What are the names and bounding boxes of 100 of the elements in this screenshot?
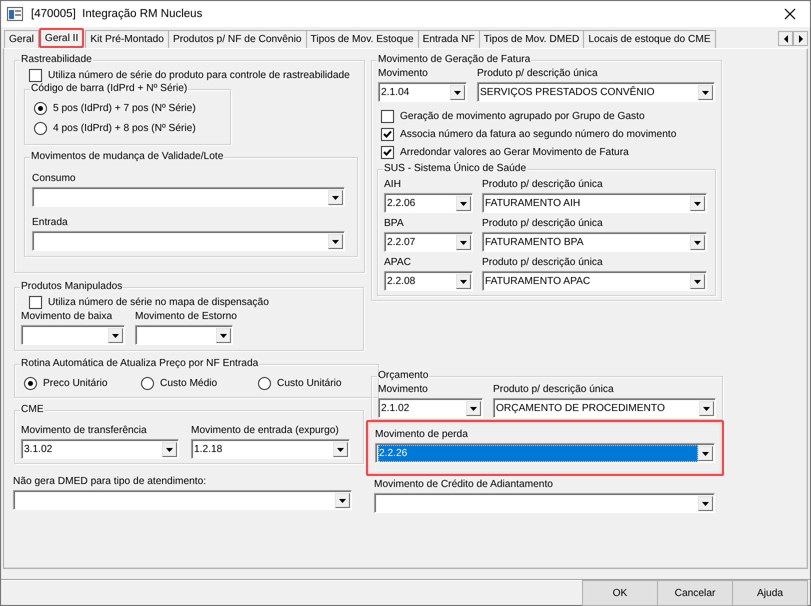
caret-icon [112,334,119,338]
field-value: SERVIÇOS PRESTADOS CONVÊNIO [480,85,656,100]
dropdown-field[interactable]: 1.2.18 [191,439,350,459]
radio-label: Preco Unitário [43,378,108,388]
checkbox-label: Utiliza número de série do produto para controle de rastreabilidade [48,70,350,80]
dropdown-button[interactable] [335,493,350,508]
dropdown-field[interactable]: FATURAMENTO APAC [482,271,707,291]
group-title: Código de barra (IdPrd + Nº Série) [30,83,188,95]
radio-button[interactable] [141,376,154,390]
caret-icon [460,202,467,206]
dropdown-button[interactable] [216,328,231,343]
check-icon [383,148,392,156]
field-value: FATURAMENTO AIH [485,197,582,211]
tab[interactable]: Kit Pré-Montado [85,30,169,48]
dropdown-field[interactable] [32,187,345,207]
field-value: 2.2.06 [387,197,416,211]
dropdown-field[interactable]: FATURAMENTO BPA [482,232,707,252]
dropdown-field[interactable]: SERVIÇOS PRESTADOS CONVÊNIO [477,82,715,102]
field-label: Movimento de entrada (expurgo) [191,424,339,437]
checkbox-label: Associa número da fatura ao segundo número do movimento [400,128,676,140]
tab[interactable]: Locais de estoque do CME [583,30,716,48]
checkbox[interactable] [381,110,394,122]
dropdown-button[interactable] [328,190,343,205]
caret-icon [703,406,710,410]
field-label: Entrada [32,216,68,229]
caret-icon [332,196,339,200]
dropdown-field[interactable] [135,325,233,345]
group-title: Movimentos de mudança de Validade/Lote [30,151,224,163]
dialog-button[interactable]: Cancelar [657,580,733,606]
dropdown-button[interactable] [699,401,714,416]
dropdown-field[interactable]: 2.1.02 [378,398,483,418]
dropdown-button[interactable] [162,442,177,457]
dropdown-field[interactable]: 2.2.07 [384,232,473,252]
dialog-button[interactable]: OK [582,580,658,606]
group-title: Orçamento [377,370,430,382]
dropdown-button[interactable] [698,85,713,100]
checkbox[interactable] [29,68,42,82]
dropdown-button[interactable] [456,235,471,250]
field-value: 1.2.18 [194,443,224,457]
scroll-left-button[interactable] [778,31,793,46]
dropdown-field[interactable]: FATURAMENTO AIH [482,193,707,213]
dropdown-field[interactable]: 2.1.04 [378,82,467,102]
radio-button[interactable] [34,102,47,114]
radio-label: Custo Unitário [277,378,342,388]
dropdown-button[interactable] [108,328,123,343]
radio-button[interactable] [258,376,271,390]
checkbox[interactable] [381,146,394,158]
dropdown-button[interactable] [328,234,343,249]
dropdown-field[interactable]: 2.2.08 [384,271,473,291]
dropdown-field[interactable]: 3.1.02 [21,439,179,459]
checkbox-label: Arredondar valores ao Gerar Movimento de Fatura [400,146,629,158]
field-label: BPA [384,217,404,230]
dropdown-button[interactable] [466,401,481,416]
field-label: Movimento de perda [375,428,468,441]
radio-button[interactable] [24,376,37,390]
dropdown-button[interactable] [450,85,465,100]
field-label: Movimento [378,67,428,80]
caret-icon [702,90,709,94]
group-title: CME [20,404,45,416]
field-label: Movimento [378,383,428,396]
dropdown-field[interactable]: 2.2.06 [384,193,473,213]
close-icon[interactable] [784,8,796,20]
caret-icon [460,280,467,284]
dropdown-button[interactable] [456,274,471,289]
checkbox[interactable] [29,296,42,308]
dropdown-button[interactable] [698,496,713,511]
dropdown-button[interactable] [333,442,348,457]
dropdown-button[interactable] [690,196,705,211]
dropdown-field[interactable] [21,325,125,345]
dropdown-button[interactable] [690,274,705,289]
caret-icon [470,406,477,410]
caret-icon [460,240,467,244]
dropdown-field[interactable]: 2.2.26 [375,443,715,463]
field-label: AIH [384,178,401,191]
dropdown-button[interactable] [690,235,705,250]
radio-label: 4 pos (IdPrd) + 8 pos (Nº Série) [53,122,196,134]
scroll-right-button[interactable] [793,31,808,46]
tab[interactable]: Geral II [38,28,84,48]
field-label: Movimento de Estorno [135,310,237,323]
dropdown-field[interactable]: ORÇAMENTO DE PROCEDIMENTO [493,398,716,418]
field-value: 3.1.02 [24,443,54,457]
right-arrow-icon [798,34,802,42]
field-value: FATURAMENTO APAC [485,275,592,289]
radio-label: 5 pos (IdPrd) + 7 pos (Nº Série) [53,102,196,114]
radio-button[interactable] [34,122,47,134]
dropdown-field[interactable] [374,493,715,513]
dropdown-button[interactable] [456,196,471,211]
app-icon [7,7,23,21]
field-value: 2.2.26 [378,445,698,462]
dropdown-button[interactable] [698,446,713,461]
field-label: Produto p/ descrição única [493,383,614,396]
dialog-button[interactable]: Ajuda [732,580,808,606]
field-value: 2.2.07 [387,236,416,250]
caret-icon [702,502,709,506]
caret-icon [694,202,701,206]
dropdown-field[interactable] [13,490,352,510]
tab[interactable]: Geral [4,30,39,48]
field-label: Movimento de baixa [21,310,112,323]
checkbox[interactable] [381,128,394,140]
dropdown-field[interactable] [32,231,345,251]
